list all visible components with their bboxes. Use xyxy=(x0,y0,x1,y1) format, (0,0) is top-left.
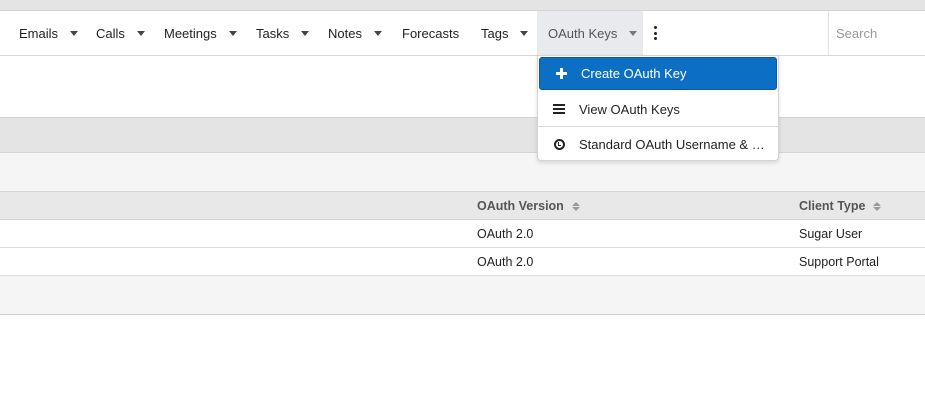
table-footer xyxy=(0,276,925,315)
caret-down-icon[interactable] xyxy=(520,30,529,36)
column-header-label: Client Type xyxy=(799,199,866,213)
oauth-keys-menu: Create OAuth Key View OAuth Keys Standar… xyxy=(537,55,779,161)
list-icon xyxy=(551,104,567,114)
module-nav-bar: Emails Calls Meetings Tasks Notes Foreca… xyxy=(0,11,925,56)
menu-item-label: Standard OAuth Username & P... xyxy=(579,136,769,152)
menu-item-create-oauth-key[interactable]: Create OAuth Key xyxy=(539,57,777,90)
nav-item-label: Meetings xyxy=(164,25,217,41)
sort-icon[interactable] xyxy=(571,201,580,211)
filter-band xyxy=(0,153,925,191)
nav-item-label: OAuth Keys xyxy=(548,25,618,41)
more-modules-icon[interactable] xyxy=(654,26,658,40)
nav-item-label: Calls xyxy=(96,25,125,41)
table-row[interactable]: OAuth 2.0 Support Portal xyxy=(0,248,925,276)
nav-item-tags[interactable]: Tags xyxy=(481,11,529,55)
menu-item-view-oauth-keys[interactable]: View OAuth Keys xyxy=(538,92,778,126)
list-header-band xyxy=(0,117,925,153)
caret-down-icon[interactable] xyxy=(70,30,79,36)
column-header-client-type[interactable]: Client Type xyxy=(799,192,882,220)
menu-item-label: Create OAuth Key xyxy=(581,66,687,81)
nav-item-emails[interactable]: Emails xyxy=(19,11,79,55)
nav-item-label: Notes xyxy=(328,25,362,41)
sort-icon[interactable] xyxy=(873,201,882,211)
nav-item-tasks[interactable]: Tasks xyxy=(256,11,310,55)
nav-item-notes[interactable]: Notes xyxy=(328,11,382,55)
caret-down-icon[interactable] xyxy=(373,30,382,36)
cell-oauth-version: OAuth 2.0 xyxy=(477,254,534,269)
cell-client-type: Support Portal xyxy=(799,254,879,269)
menu-item-standard-oauth[interactable]: Standard OAuth Username & P... xyxy=(538,127,778,161)
nav-item-label: Tags xyxy=(481,25,509,41)
global-search[interactable] xyxy=(828,11,925,55)
nav-item-label: Tasks xyxy=(256,25,290,41)
table-row[interactable]: OAuth 2.0 Sugar User xyxy=(0,220,925,248)
cell-client-type: Sugar User xyxy=(799,226,863,241)
caret-down-icon[interactable] xyxy=(301,30,310,36)
top-strip xyxy=(0,0,925,11)
column-header-label: OAuth Version xyxy=(477,199,564,213)
nav-item-calls[interactable]: Calls xyxy=(96,11,145,55)
column-header-oauth-version[interactable]: OAuth Version xyxy=(477,192,580,220)
nav-item-forecasts[interactable]: Forecasts xyxy=(402,11,459,55)
menu-item-label: View OAuth Keys xyxy=(579,101,680,117)
nav-item-label: Emails xyxy=(19,25,59,41)
caret-down-icon[interactable] xyxy=(136,30,145,36)
search-input[interactable] xyxy=(836,25,924,41)
plus-icon xyxy=(553,68,569,79)
nav-item-label: Forecasts xyxy=(402,25,460,41)
caret-down-icon[interactable] xyxy=(228,30,237,36)
caret-down-icon[interactable] xyxy=(629,30,638,36)
clock-icon xyxy=(551,138,567,150)
cell-oauth-version: OAuth 2.0 xyxy=(477,226,534,241)
nav-item-oauth-keys[interactable]: OAuth Keys xyxy=(537,11,643,55)
nav-item-meetings[interactable]: Meetings xyxy=(164,11,237,55)
table-header: OAuth Version Client Type xyxy=(0,191,925,220)
